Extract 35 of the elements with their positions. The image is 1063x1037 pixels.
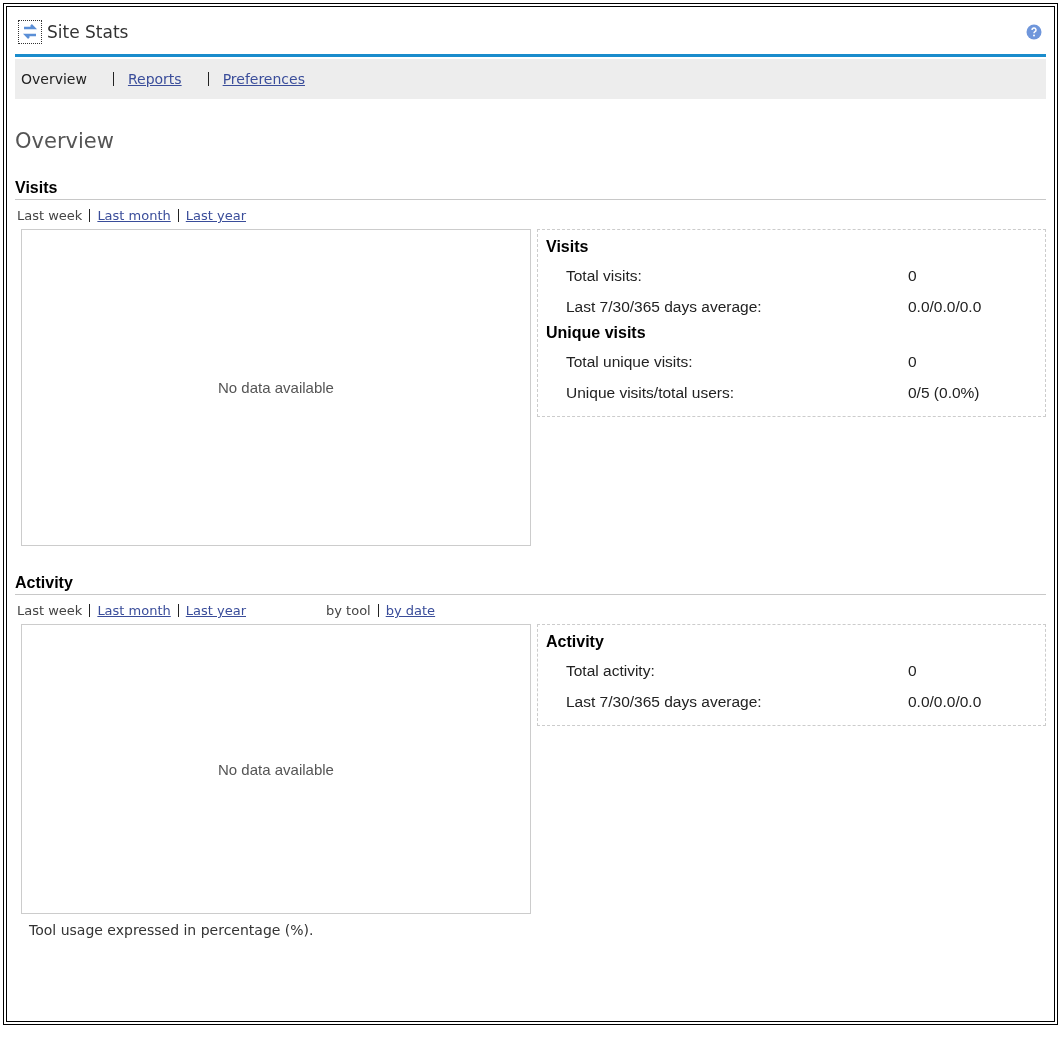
view-link[interactable]: by tool	[326, 603, 371, 618]
section-title: Visits	[15, 179, 1046, 200]
footnote: Tool usage expressed in percentage (%).	[29, 922, 315, 938]
stats-heading: Activity	[546, 633, 605, 651]
period-link[interactable]: Last year	[185, 208, 246, 223]
stat-value: 0.0/0.0/0.0	[908, 692, 983, 711]
nav-tab[interactable]: Reports	[127, 71, 182, 87]
view-link[interactable]: by date	[385, 603, 436, 618]
stat-value: 0	[908, 266, 918, 285]
period-link[interactable]: Last year	[185, 603, 246, 618]
stats-heading: Visits	[546, 238, 590, 256]
nav-tab[interactable]: Overview	[21, 71, 87, 87]
stat-value: 0	[908, 661, 918, 680]
stat-label: Total activity:	[566, 661, 656, 680]
stat-label: Last 7/30/365 days average:	[566, 692, 763, 711]
window-title: Site Stats	[47, 22, 129, 42]
sync-arrows-icon[interactable]	[19, 21, 41, 43]
period-link[interactable]: Last week	[17, 603, 83, 618]
stat-value: 0	[908, 352, 918, 371]
nav-tab[interactable]: Preferences	[222, 71, 305, 87]
stat-label: Total unique visits:	[566, 352, 694, 371]
stats-heading: Unique visits	[546, 324, 647, 342]
stat-label: Total visits:	[566, 266, 643, 285]
page-title: Overview	[15, 129, 115, 153]
no-data-message: No data available	[218, 379, 334, 396]
stat-value: 0.0/0.0/0.0	[908, 297, 983, 316]
section-title: Activity	[15, 574, 1046, 595]
stat-label: Last 7/30/365 days average:	[566, 297, 763, 316]
period-link[interactable]: Last week	[17, 208, 83, 223]
no-data-message: No data available	[218, 760, 334, 778]
stat-label: Unique visits/total users:	[566, 383, 735, 402]
stat-value: 0/5 (0.0%)	[908, 383, 981, 402]
period-link[interactable]: Last month	[97, 208, 171, 223]
help-icon[interactable]	[1026, 24, 1042, 40]
period-link[interactable]: Last month	[97, 603, 171, 618]
